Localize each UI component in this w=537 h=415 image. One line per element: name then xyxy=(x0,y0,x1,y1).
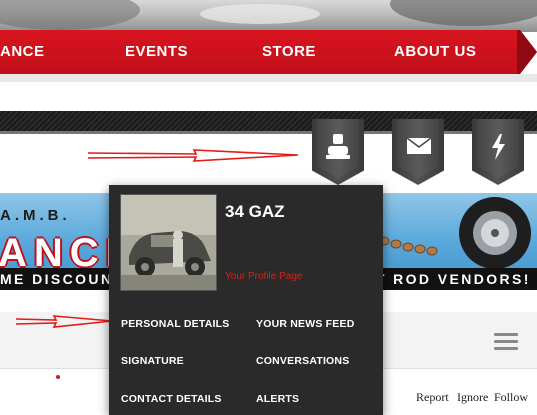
your-profile-page-link[interactable]: Your Profile Page xyxy=(225,271,302,282)
user-icon xyxy=(326,134,350,159)
menu-signature[interactable]: SIGNATURE xyxy=(121,355,184,367)
envelope-icon xyxy=(406,137,432,154)
inbox-tab[interactable] xyxy=(392,119,444,185)
camshaft-icon xyxy=(378,236,438,256)
profile-tab[interactable] xyxy=(312,119,364,185)
nav-item-store[interactable]: STORE xyxy=(262,43,316,60)
menu-alerts[interactable]: ALERTS xyxy=(256,393,299,405)
nav-item-events[interactable]: EVENTS xyxy=(125,43,188,60)
hero-photo-strip xyxy=(0,0,537,32)
nav-item-about-us[interactable]: ABOUT US xyxy=(394,43,476,60)
tire-icon xyxy=(459,197,531,269)
red-arrow-to-profile-tab xyxy=(87,149,299,162)
vintage-car-photo xyxy=(121,195,216,290)
hamburger-menu-icon[interactable] xyxy=(494,333,518,350)
lightning-icon xyxy=(492,134,505,160)
follow-link[interactable]: Follow xyxy=(494,390,528,405)
menu-personal-details[interactable]: PERSONAL DETAILS xyxy=(121,318,229,330)
profile-dropdown: 34 GAZ Your Profile Page PERSONAL DETAIL… xyxy=(109,185,383,415)
username[interactable]: 34 GAZ xyxy=(225,202,285,222)
alerts-tab[interactable] xyxy=(472,119,524,185)
menu-your-news-feed[interactable]: YOUR NEWS FEED xyxy=(256,318,354,330)
red-arrow-to-personal-details xyxy=(15,315,113,328)
ignore-link[interactable]: Ignore xyxy=(457,390,488,405)
red-dot-marker xyxy=(56,375,60,379)
menu-conversations[interactable]: CONVERSATIONS xyxy=(256,355,349,367)
main-nav: ANCE EVENTS STORE ABOUT US xyxy=(0,30,537,74)
dark-band xyxy=(0,111,537,134)
report-link[interactable]: Report xyxy=(416,390,449,405)
banner-top-text: A.M.B. xyxy=(0,207,71,224)
nav-item-ance[interactable]: ANCE xyxy=(0,43,45,60)
nav-shadow xyxy=(0,74,537,82)
menu-contact-details[interactable]: CONTACT DETAILS xyxy=(121,393,222,405)
avatar[interactable] xyxy=(120,194,217,291)
